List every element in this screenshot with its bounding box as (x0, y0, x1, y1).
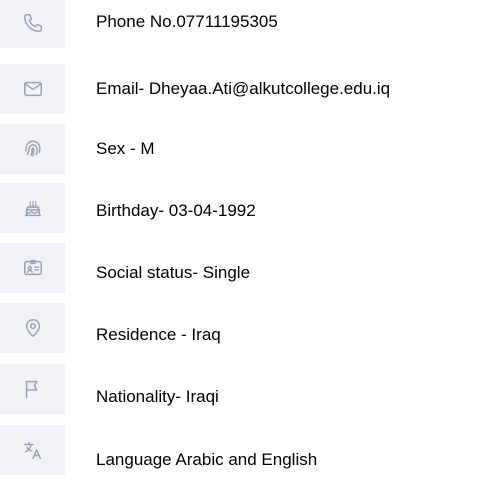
language-label: Language Arabic and English (96, 450, 318, 469)
flag-icon (0, 364, 65, 414)
email-label: Email- Dheyaa.Ati@alkutcollege.edu.iq (96, 79, 391, 98)
id-card-icon (0, 243, 65, 293)
info-row-nationality: Nationality- Iraqi (0, 364, 477, 414)
mail-icon (0, 64, 65, 114)
cake-icon (0, 183, 65, 233)
translate-icon (0, 425, 65, 475)
info-row-social-status: Social status- Single (0, 243, 477, 293)
info-row-birthday: Birthday- 03-04-1992 (0, 183, 477, 233)
residence-label: Residence - Iraq (96, 325, 221, 344)
nationality-label: Nationality- Iraqi (96, 387, 219, 406)
info-row-residence: Residence - Iraq (0, 303, 477, 353)
fingerprint-icon (0, 124, 65, 174)
social-status-label: Social status- Single (96, 263, 251, 282)
info-row-sex: Sex - M (0, 124, 477, 174)
info-row-phone: Phone No.07711195305 (0, 0, 477, 48)
birthday-label: Birthday- 03-04-1992 (96, 201, 256, 220)
location-pin-icon (0, 303, 65, 353)
sex-label: Sex - M (96, 139, 155, 158)
phone-label: Phone No.07711195305 (96, 12, 278, 31)
phone-icon (0, 0, 65, 48)
info-row-email: Email- Dheyaa.Ati@alkutcollege.edu.iq (0, 64, 477, 114)
info-row-language: Language Arabic and English (0, 425, 477, 475)
personal-info-list: Phone No.07711195305 Email- Dheyaa.Ati@a… (0, 0, 477, 483)
